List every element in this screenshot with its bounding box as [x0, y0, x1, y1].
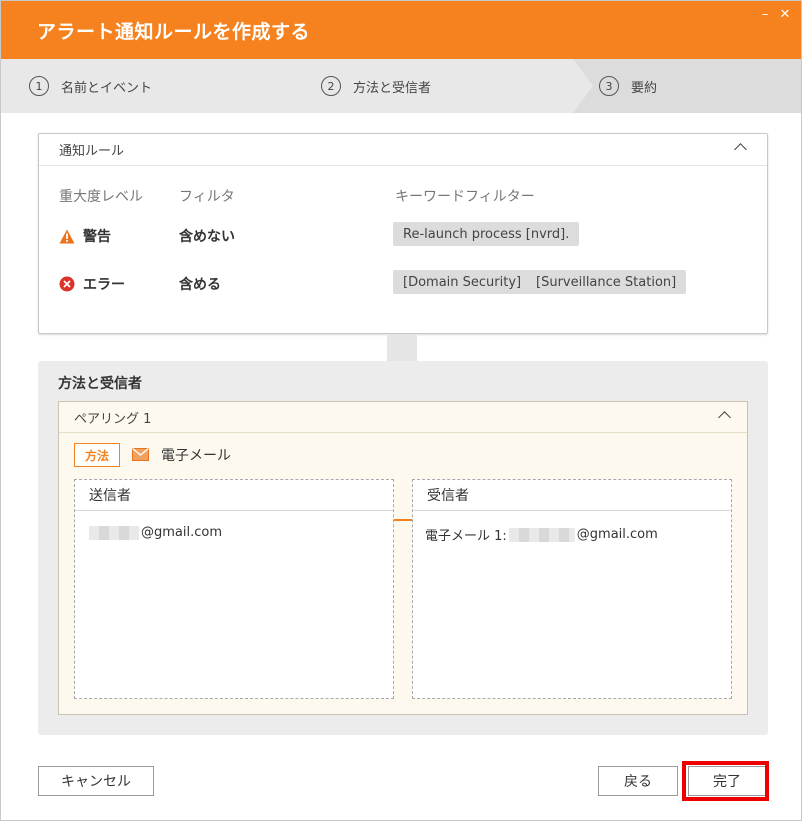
- step-label: 方法と受信者: [353, 80, 432, 96]
- keyword-column-header: キーワードフィルター: [395, 189, 535, 205]
- email-suffix: @gmail.com: [141, 525, 223, 540]
- recipient-prefix: 電子メール 1:: [425, 529, 507, 544]
- severity-label: エラー: [83, 277, 125, 293]
- done-button[interactable]: 完了: [688, 766, 766, 796]
- section-title: 通知ルール: [59, 144, 125, 159]
- redacted-text: [508, 527, 575, 542]
- mail-icon: [132, 446, 150, 465]
- recipient-title: 受信者: [413, 480, 731, 511]
- recipient-box: 受信者 電子メール 1: @gmail.com: [412, 479, 732, 699]
- minimize-icon[interactable]: –: [759, 8, 771, 21]
- title-bar: アラート通知ルールを作成する – ✕: [1, 1, 801, 59]
- sender-title: 送信者: [75, 480, 393, 511]
- step-summary: 3 要約: [599, 59, 657, 113]
- sender-box: 送信者 @gmail.com: [74, 479, 394, 699]
- keyword-tag: Re-launch process [nvrd].: [393, 222, 580, 246]
- method-recipients-panel: 方法と受信者 ペアリング 1 方法 電子メール 送信者 @gmail.com 受…: [38, 361, 768, 735]
- keyword-tag: [Surveillance Station]: [526, 270, 687, 294]
- method-row: 方法 電子メール: [74, 442, 231, 468]
- step-arrow: [573, 59, 593, 113]
- method-label: 電子メール: [161, 448, 232, 464]
- method-badge: 方法: [74, 443, 121, 467]
- filter-column-header: フィルタ: [179, 189, 235, 205]
- severity-label: 警告: [83, 229, 111, 245]
- section-connector: [387, 335, 417, 361]
- filter-value: 含める: [179, 277, 221, 293]
- step-name-and-event: 1 名前とイベント: [29, 59, 152, 113]
- chevron-up-icon[interactable]: [734, 143, 747, 156]
- step-number: 1: [29, 76, 49, 96]
- recipient-email: 電子メール 1: @gmail.com: [425, 525, 658, 544]
- pairing-title: ペアリング 1: [74, 411, 152, 427]
- dialog-title: アラート通知ルールを作成する: [37, 21, 311, 43]
- warning-icon: [59, 229, 75, 244]
- sender-email: @gmail.com: [87, 525, 222, 540]
- chevron-up-icon[interactable]: [718, 411, 731, 424]
- severity-warning: 警告: [59, 226, 111, 246]
- pairing-link-line: [394, 519, 412, 521]
- error-icon: [59, 276, 75, 292]
- step-number: 2: [321, 76, 341, 96]
- pairing-card: ペアリング 1 方法 電子メール 送信者 @gmail.com 受信者 電子メー…: [58, 401, 748, 715]
- section-title: 方法と受信者: [58, 376, 142, 392]
- step-number: 3: [599, 76, 619, 96]
- redacted-text: [89, 525, 139, 540]
- step-label: 名前とイベント: [61, 80, 153, 96]
- step-label: 要約: [631, 80, 658, 96]
- notification-rule-card: 通知ルール 重大度レベル フィルタ キーワードフィルター 警告 含めない Re-…: [38, 133, 768, 334]
- keyword-tag: [Domain Security]: [393, 270, 532, 294]
- filter-value: 含めない: [179, 229, 235, 245]
- wizard-stepper: 1 名前とイベント 2 方法と受信者 3 要約: [1, 59, 801, 113]
- back-button[interactable]: 戻る: [598, 766, 678, 796]
- pairing-header[interactable]: ペアリング 1: [59, 402, 747, 433]
- window-controls: – ✕: [759, 8, 791, 21]
- notification-rule-header[interactable]: 通知ルール: [39, 134, 767, 166]
- email-suffix: @gmail.com: [576, 527, 658, 542]
- cancel-button[interactable]: キャンセル: [38, 766, 154, 796]
- step-method-and-recipients: 2 方法と受信者: [321, 59, 431, 113]
- severity-error: エラー: [59, 274, 125, 294]
- close-icon[interactable]: ✕: [779, 8, 791, 21]
- create-alert-rule-dialog: アラート通知ルールを作成する – ✕ 1 名前とイベント 2 方法と受信者 3 …: [0, 0, 802, 821]
- severity-column-header: 重大度レベル: [59, 189, 143, 205]
